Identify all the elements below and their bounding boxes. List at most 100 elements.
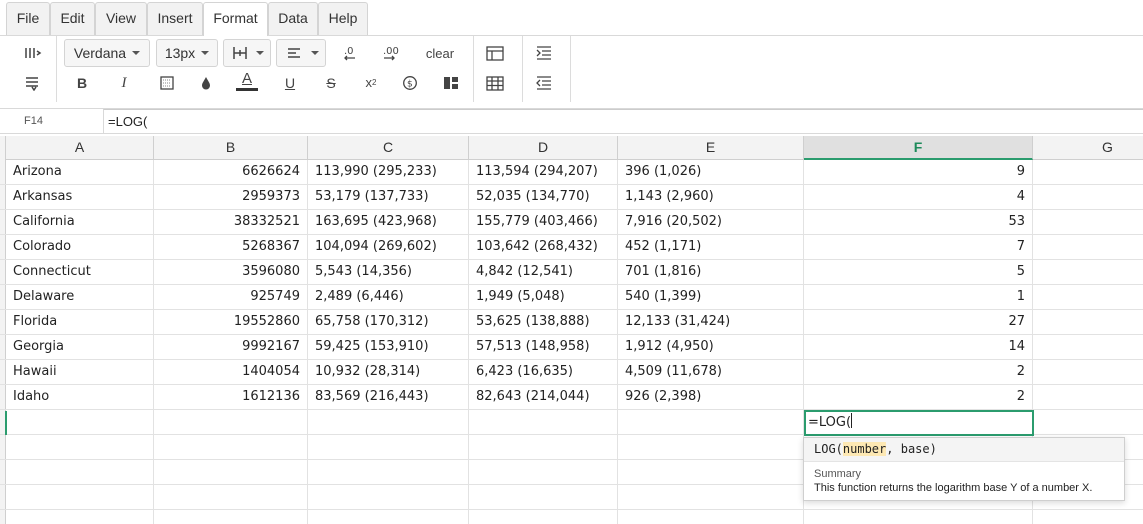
cell-f[interactable]: 9 <box>804 160 1033 185</box>
cell-c[interactable]: 65,758 (170,312) <box>308 310 469 335</box>
cell-e[interactable]: 7,916 (20,502) <box>618 210 804 235</box>
cell-f[interactable]: 7 <box>804 235 1033 260</box>
cell-g[interactable] <box>1033 335 1143 360</box>
column-header-c[interactable]: C <box>308 136 469 160</box>
cell-e[interactable] <box>618 410 804 435</box>
cell-f[interactable]: 2 <box>804 360 1033 385</box>
cell-e[interactable]: 1,912 (4,950) <box>618 335 804 360</box>
cell-b[interactable] <box>154 410 308 435</box>
cell-c[interactable]: 163,695 (423,968) <box>308 210 469 235</box>
superscript-icon[interactable]: x2 <box>360 71 382 93</box>
cell-a[interactable]: Arkansas <box>6 185 154 210</box>
cell-a[interactable]: Idaho <box>6 385 154 410</box>
cell-a[interactable]: Hawaii <box>6 360 154 385</box>
cell-b[interactable]: 9992167 <box>154 335 308 360</box>
cell-b[interactable]: 19552860 <box>154 310 308 335</box>
cell-d[interactable]: 52,035 (134,770) <box>469 185 618 210</box>
font-family-dropdown[interactable]: Verdana <box>64 39 150 67</box>
menu-help[interactable]: Help <box>318 2 368 35</box>
menu-insert[interactable]: Insert <box>147 2 203 35</box>
font-size-dropdown[interactable]: 13px <box>156 39 218 67</box>
column-header-d[interactable]: D <box>469 136 618 160</box>
cell-g[interactable] <box>1033 310 1143 335</box>
outdent-icon[interactable] <box>533 72 555 94</box>
cell-b[interactable]: 5268367 <box>154 235 308 260</box>
function-signature[interactable]: LOG(number, base) <box>804 438 1124 462</box>
cell-g[interactable] <box>1033 410 1143 435</box>
cell-a[interactable] <box>6 435 154 460</box>
cell-a[interactable] <box>6 485 154 510</box>
fill-color-icon[interactable] <box>195 72 217 94</box>
cell-c[interactable] <box>308 485 469 510</box>
text-color-icon[interactable]: A <box>236 70 258 92</box>
cell-g[interactable] <box>1033 210 1143 235</box>
cell-d[interactable]: 53,625 (138,888) <box>469 310 618 335</box>
strikethrough-icon[interactable]: S <box>320 72 342 94</box>
cell-d[interactable] <box>469 435 618 460</box>
cell-e[interactable]: 452 (1,171) <box>618 235 804 260</box>
clear-format-button[interactable]: clear <box>420 43 460 63</box>
cell-g[interactable] <box>1033 510 1143 524</box>
cell-c[interactable]: 10,932 (28,314) <box>308 360 469 385</box>
menu-file[interactable]: File <box>6 2 50 35</box>
cell-b[interactable] <box>154 435 308 460</box>
cell-c[interactable] <box>308 460 469 485</box>
cell-b[interactable]: 925749 <box>154 285 308 310</box>
cell-c[interactable] <box>308 410 469 435</box>
cell-e[interactable] <box>618 460 804 485</box>
cell-f[interactable]: 2 <box>804 385 1033 410</box>
cell-g[interactable] <box>1033 235 1143 260</box>
cell-f[interactable]: 14 <box>804 335 1033 360</box>
column-header-b[interactable]: B <box>154 136 308 160</box>
cell-g[interactable] <box>1033 360 1143 385</box>
cell-a[interactable]: Florida <box>6 310 154 335</box>
cell-b[interactable]: 3596080 <box>154 260 308 285</box>
cell-a[interactable]: Georgia <box>6 335 154 360</box>
cell-b[interactable] <box>154 485 308 510</box>
cell-c[interactable] <box>308 435 469 460</box>
merge-cells-icon[interactable] <box>440 72 462 94</box>
cell-d[interactable]: 113,594 (294,207) <box>469 160 618 185</box>
cell-c[interactable]: 2,489 (6,446) <box>308 285 469 310</box>
cell-e[interactable]: 12,133 (31,424) <box>618 310 804 335</box>
column-header-a[interactable]: A <box>6 136 154 160</box>
cell-e[interactable]: 926 (2,398) <box>618 385 804 410</box>
cell-d[interactable]: 82,643 (214,044) <box>469 385 618 410</box>
cell-d[interactable] <box>469 485 618 510</box>
cell-d[interactable] <box>469 410 618 435</box>
cell-g[interactable] <box>1033 260 1143 285</box>
cell-e[interactable]: 701 (1,816) <box>618 260 804 285</box>
menu-data[interactable]: Data <box>268 2 318 35</box>
cell-c[interactable]: 104,094 (269,602) <box>308 235 469 260</box>
freeze-columns-icon[interactable] <box>22 42 44 64</box>
currency-format-icon[interactable]: $ <box>399 72 421 94</box>
cell-a[interactable] <box>6 410 154 435</box>
cell-f[interactable]: 1 <box>804 285 1033 310</box>
cell-d[interactable]: 57,513 (148,958) <box>469 335 618 360</box>
cell-f[interactable]: 27 <box>804 310 1033 335</box>
fill-pattern-icon[interactable] <box>156 72 178 94</box>
cell-f[interactable]: 5 <box>804 260 1033 285</box>
cell-c[interactable]: 83,569 (216,443) <box>308 385 469 410</box>
cell-f[interactable]: 53 <box>804 210 1033 235</box>
cell-d[interactable]: 103,642 (268,432) <box>469 235 618 260</box>
borders-dropdown[interactable] <box>223 39 271 67</box>
freeze-rows-icon[interactable] <box>22 72 44 94</box>
menu-view[interactable]: View <box>95 2 147 35</box>
cell-f[interactable] <box>804 510 1033 524</box>
cell-e[interactable] <box>618 485 804 510</box>
cell-a[interactable]: Delaware <box>6 285 154 310</box>
cell-c[interactable]: 113,990 (295,233) <box>308 160 469 185</box>
align-dropdown[interactable] <box>276 39 326 67</box>
bold-icon[interactable]: B <box>71 72 93 94</box>
insert-table-icon[interactable] <box>484 42 506 64</box>
cell-d[interactable]: 1,949 (5,048) <box>469 285 618 310</box>
cell-g[interactable] <box>1033 285 1143 310</box>
cell-b[interactable]: 6626624 <box>154 160 308 185</box>
cell-d[interactable] <box>469 510 618 524</box>
cell-e[interactable] <box>618 435 804 460</box>
column-header-g[interactable]: G <box>1033 136 1143 160</box>
column-header-e[interactable]: E <box>618 136 804 160</box>
cell-e[interactable]: 4,509 (11,678) <box>618 360 804 385</box>
cell-editor[interactable]: =LOG( <box>804 410 1034 436</box>
